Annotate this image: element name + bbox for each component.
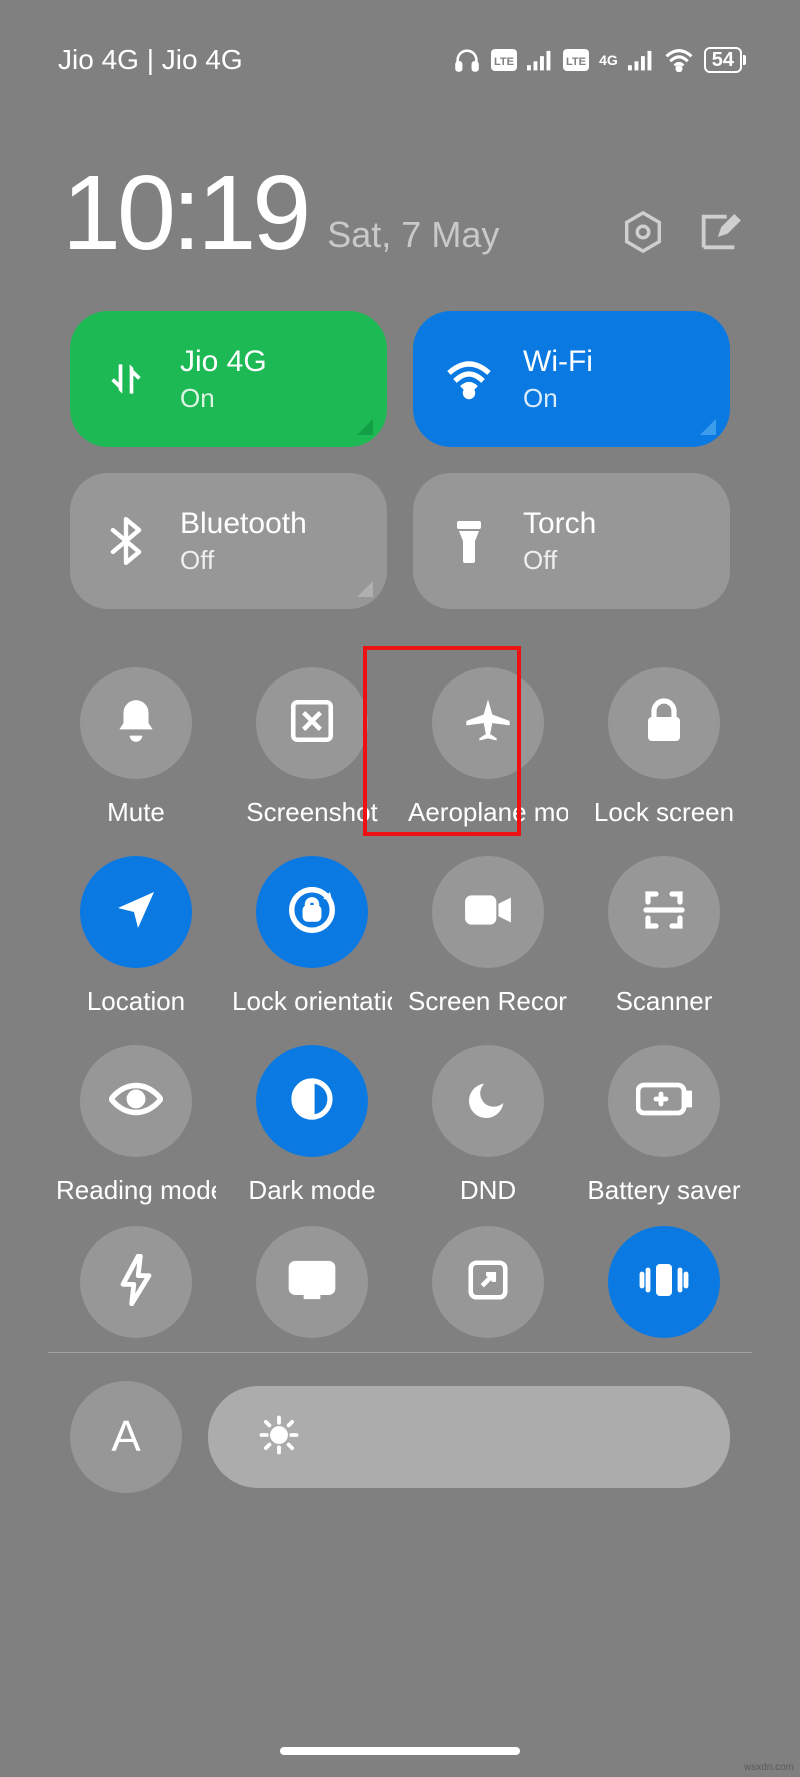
wifi-sub: On (523, 383, 593, 414)
scanner-tile[interactable]: Scanner (576, 828, 752, 1017)
lock-orient-icon (285, 883, 339, 942)
torch-tile[interactable]: Torch Off (413, 473, 730, 609)
airplane-icon (462, 695, 514, 752)
signal-4g-icon: 4G (599, 52, 618, 68)
watermark: wsxdn.com (744, 1762, 794, 1773)
date-label: Sat, 7 May (327, 214, 499, 266)
header: 10:19 Sat, 7 May (0, 100, 800, 266)
bluetooth-title: Bluetooth (180, 507, 307, 541)
wifi-icon (664, 48, 694, 72)
bottom-bar: A (0, 1353, 800, 1493)
window-icon (465, 1257, 511, 1308)
reading-mode-tile[interactable]: Reading mode (48, 1017, 224, 1206)
wifi-tile[interactable]: Wi-Fi On (413, 311, 730, 447)
bluetooth-sub: Off (180, 545, 307, 576)
small-tiles-grid: Mute Screenshot Aeroplane mode Lock scre… (0, 609, 800, 1206)
screenshot-icon (287, 696, 337, 751)
mobile-data-tile[interactable]: Jio 4G On (70, 311, 387, 447)
battery-saver-label: Battery saver (587, 1175, 740, 1206)
mute-label: Mute (107, 797, 165, 828)
wifi-tile-icon (443, 355, 495, 403)
brightness-icon (258, 1414, 300, 1461)
svg-text:LTE: LTE (566, 56, 586, 68)
vibrate-icon (636, 1258, 692, 1307)
screenshot-label: Screenshot (246, 797, 378, 828)
eye-icon (109, 1079, 163, 1124)
airplane-tile[interactable]: Aeroplane mode (400, 639, 576, 828)
brightness-slider[interactable] (208, 1386, 730, 1488)
volte-icon-2: LTE (563, 49, 589, 71)
location-icon (112, 886, 160, 939)
edit-icon[interactable] (696, 209, 742, 260)
reading-mode-label: Reading mode (56, 1175, 216, 1206)
volte-icon-1: LTE (491, 49, 517, 71)
dnd-tile[interactable]: DND (400, 1017, 576, 1206)
svg-text:LTE: LTE (494, 56, 514, 68)
status-carrier: Jio 4G | Jio 4G (58, 44, 243, 76)
cast-tile[interactable] (256, 1226, 368, 1338)
mobile-data-sub: On (180, 383, 267, 414)
moon-icon (465, 1076, 511, 1127)
headphones-icon (453, 46, 481, 74)
signal-icon-2 (628, 49, 654, 71)
bolt-icon (116, 1254, 156, 1311)
large-tiles: Jio 4G On Wi-Fi On Bluetooth Off Torch O… (0, 266, 800, 609)
battery-saver-icon (636, 1081, 692, 1122)
airplane-label: Aeroplane mode (408, 797, 568, 828)
dark-mode-tile[interactable]: Dark mode (224, 1017, 400, 1206)
bell-icon (111, 696, 161, 751)
screen-rec-tile[interactable]: Screen Recorder (400, 828, 576, 1017)
screen-rec-label: Screen Recorder (408, 986, 568, 1017)
clock: 10:19 (62, 160, 307, 266)
mobile-data-title: Jio 4G (180, 345, 267, 379)
torch-sub: Off (523, 545, 596, 576)
torch-icon (443, 517, 495, 565)
scanner-label: Scanner (616, 986, 713, 1017)
location-label: Location (87, 986, 185, 1017)
battery-saver-tile[interactable]: Battery saver (576, 1017, 752, 1206)
lock-orient-tile[interactable]: Lock orientation (224, 828, 400, 1017)
battery-icon: 54 (704, 47, 742, 73)
floating-window-tile[interactable] (432, 1226, 544, 1338)
expand-corner-icon[interactable] (700, 419, 716, 435)
bluetooth-icon (100, 517, 152, 565)
torch-title: Torch (523, 507, 596, 541)
expand-corner-icon[interactable] (357, 581, 373, 597)
vibrate-tile[interactable] (608, 1226, 720, 1338)
bolt-tile[interactable] (80, 1226, 192, 1338)
mobile-data-icon (100, 357, 152, 401)
settings-icon[interactable] (620, 209, 666, 260)
signal-icon-1 (527, 49, 553, 71)
wifi-title: Wi-Fi (523, 345, 593, 379)
cast-icon (287, 1259, 337, 1306)
lock-screen-tile[interactable]: Lock screen (576, 639, 752, 828)
video-icon (463, 890, 513, 935)
dnd-label: DND (460, 1175, 516, 1206)
bluetooth-tile[interactable]: Bluetooth Off (70, 473, 387, 609)
expand-corner-icon[interactable] (357, 419, 373, 435)
scan-icon (640, 886, 688, 939)
nav-indicator (280, 1747, 520, 1755)
dark-mode-label: Dark mode (248, 1175, 375, 1206)
lock-icon (642, 697, 686, 750)
mute-tile[interactable]: Mute (48, 639, 224, 828)
auto-brightness-button[interactable]: A (70, 1381, 182, 1493)
status-bar: Jio 4G | Jio 4G LTE LTE 4G 54 (0, 0, 800, 100)
extra-tiles-row (0, 1206, 800, 1338)
screenshot-tile[interactable]: Screenshot (224, 639, 400, 828)
dark-mode-icon (288, 1075, 336, 1128)
lock-orient-label: Lock orientation (232, 986, 392, 1017)
status-icons: LTE LTE 4G 54 (453, 46, 742, 74)
lock-screen-label: Lock screen (594, 797, 734, 828)
location-tile[interactable]: Location (48, 828, 224, 1017)
